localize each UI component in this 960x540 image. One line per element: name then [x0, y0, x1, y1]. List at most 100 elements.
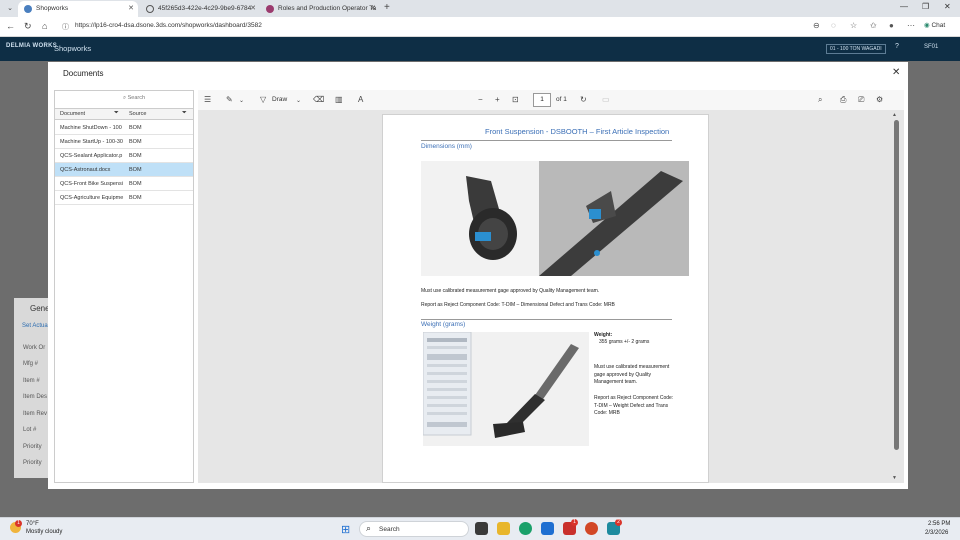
column-document[interactable]: Document	[60, 111, 85, 117]
zoom-icon[interactable]: ⊖	[813, 21, 820, 30]
refresh-icon[interactable]: ↻	[24, 21, 32, 32]
bg-field: Item #	[23, 378, 40, 384]
document-search-input[interactable]: ⌕ Search	[123, 93, 193, 104]
clock-date[interactable]: 2/3/2026	[925, 530, 948, 536]
bg-field: Priority	[23, 444, 42, 450]
document-row[interactable]: QCS-Agriculture Equipme BOM	[55, 191, 193, 205]
back-arrow-icon[interactable]: ←	[6, 21, 15, 31]
draw-pen-icon[interactable]: ▽	[260, 95, 266, 104]
document-row[interactable]: Machine StartUp - 100-30 BOM	[55, 135, 193, 149]
powerpoint-icon[interactable]	[585, 522, 598, 535]
taskbar-search[interactable]: ⌕ Search	[359, 521, 469, 537]
windows-start-icon[interactable]: ⊞	[341, 523, 350, 536]
background-panel-title: Gene	[30, 304, 50, 313]
outline-list-icon[interactable]: ☰	[204, 95, 211, 104]
document-name: QCS-Agriculture Equipme	[60, 195, 124, 201]
read-aloud-icon[interactable]: A	[358, 95, 363, 104]
highlight-chevron-icon[interactable]: ⌄	[239, 97, 244, 104]
document-source: BOM	[129, 139, 142, 145]
two-page-icon[interactable]: ▭	[602, 95, 610, 104]
weather-badge: 1	[15, 520, 22, 527]
document-title: Front Suspension - DSBOOTH – First Artic…	[485, 127, 670, 136]
document-filter-icon[interactable]: ⏷	[114, 110, 119, 117]
tab-roles[interactable]: Roles and Production Operator Ta ✕	[260, 1, 380, 17]
weather-description[interactable]: Mostly cloudy	[26, 529, 62, 535]
window-close-icon[interactable]: ✕	[944, 2, 951, 11]
rotate-icon[interactable]: ↻	[580, 95, 587, 104]
app-notification-badge: 1	[571, 519, 578, 526]
modal-close-icon[interactable]: ✕	[892, 67, 900, 78]
column-source[interactable]: Source	[129, 111, 146, 117]
close-tab-icon[interactable]: ✕	[128, 1, 134, 17]
viewer-scrollbar[interactable]	[894, 120, 899, 450]
chat-button[interactable]: ◉ Chat	[924, 21, 945, 29]
tab-guid[interactable]: 45f265d3-422e-4c29-9be9-6784 ✕	[140, 1, 260, 17]
resource-button[interactable]: 01 - 100 TON WAGADI	[826, 44, 886, 54]
search-icon: ⌕	[366, 523, 372, 533]
more-menu-icon[interactable]: ⋯	[907, 21, 915, 30]
highlight-icon[interactable]: ✎	[226, 95, 233, 104]
app-name: Shopworks	[54, 44, 92, 53]
bg-field: Mfg #	[23, 361, 39, 367]
settings-gear-icon[interactable]: ⚙	[876, 95, 883, 104]
favorites-icon[interactable]: ✩	[870, 21, 877, 30]
url-field[interactable]: https://lp16-cro4-dsa.dsone.3ds.com/shop…	[75, 22, 262, 29]
task-view-icon[interactable]	[475, 522, 488, 535]
scroll-down-icon[interactable]: ▼	[892, 475, 897, 481]
source-filter-icon[interactable]: ⏷	[182, 110, 187, 117]
profile-icon[interactable]: ●	[889, 21, 894, 30]
clock-time[interactable]: 2:56 PM	[928, 521, 950, 527]
scroll-up-icon[interactable]: ▲	[892, 112, 897, 118]
document-source: BOM	[129, 181, 142, 187]
zoom-in-icon[interactable]: +	[495, 95, 500, 104]
suspension-dimensions-photo	[421, 161, 689, 276]
reader-icon[interactable]: ◌	[831, 21, 836, 30]
eraser-icon[interactable]: ⌫	[313, 95, 324, 104]
file-explorer-icon[interactable]	[497, 522, 510, 535]
find-icon[interactable]: ⌕	[818, 95, 822, 105]
zoom-out-icon[interactable]: −	[478, 95, 483, 104]
viewer-toolbar: ☰ ✎ ⌄ ▽ Draw ⌄ ⌫ ▥ A − + ⊡ 1 of 1 ↻ ▭ ⌕ …	[198, 90, 904, 110]
taskbar-search-label: Search	[379, 526, 400, 533]
tab-title: Roles and Production Operator Ta	[278, 5, 377, 12]
reject-code-dimensional: Report as Reject Component Code: T-DIM –…	[421, 302, 615, 308]
draw-chevron-icon[interactable]: ⌄	[296, 97, 301, 104]
suspension-weight-photo	[422, 331, 589, 446]
page-number-input[interactable]: 1	[533, 93, 551, 107]
site-info-icon[interactable]: ⓘ	[62, 22, 69, 32]
tab-title: Shopworks	[36, 5, 69, 12]
draw-button[interactable]: Draw	[272, 96, 287, 103]
document-row-selected[interactable]: QCS-Astronaut.docx BOM	[55, 163, 193, 177]
document-row[interactable]: QCS-Front Bike Suspensi BOM	[55, 177, 193, 191]
home-icon[interactable]: ⌂	[42, 21, 47, 31]
tab-shopworks[interactable]: Shopworks ✕	[18, 1, 138, 17]
app-header: DELMIA WORKS Shopworks 01 - 100 TON WAGA…	[0, 37, 960, 61]
fit-page-icon[interactable]: ⊡	[512, 95, 519, 104]
document-name: QCS-Sealant Applicator.p	[60, 153, 123, 159]
page-view-icon[interactable]: ▥	[335, 95, 343, 104]
document-name: QCS-Front Bike Suspensi	[60, 181, 123, 187]
close-tab-icon[interactable]: ✕	[370, 1, 376, 17]
bg-field: Priority	[23, 460, 42, 466]
edge-browser-icon[interactable]	[519, 522, 532, 535]
favorite-star-icon[interactable]: ☆	[850, 21, 857, 30]
document-viewer: ☰ ✎ ⌄ ▽ Draw ⌄ ⌫ ▥ A − + ⊡ 1 of 1 ↻ ▭ ⌕ …	[198, 90, 904, 483]
bg-field: Item Des	[23, 394, 48, 400]
restore-icon[interactable]: ❐	[922, 2, 929, 11]
user-menu[interactable]: SF01	[924, 44, 938, 50]
document-row[interactable]: Machine ShutDown - 100 BOM	[55, 121, 193, 135]
section-dimensions-heading: Dimensions (mm)	[421, 143, 472, 150]
help-icon[interactable]: ?	[895, 43, 899, 50]
document-row[interactable]: QCS-Sealant Applicator.p BOM	[55, 149, 193, 163]
minimize-icon[interactable]: —	[900, 2, 908, 11]
new-tab-plus-icon[interactable]: +	[384, 2, 390, 13]
tab-menu-chevron-icon[interactable]: ⌄	[4, 3, 16, 15]
document-source: BOM	[129, 167, 142, 173]
close-tab-icon[interactable]: ✕	[250, 1, 256, 17]
print-icon[interactable]: ⎙	[840, 95, 846, 105]
save-icon[interactable]: ⎚	[858, 95, 864, 105]
reject-code-weight: Report as Reject Component Code: T-DIM –…	[594, 395, 674, 416]
note-calibrated-gage-1: Must use calibrated measurement gage app…	[421, 288, 600, 294]
weather-temperature[interactable]: 70°F	[26, 521, 39, 527]
outlook-icon[interactable]	[541, 522, 554, 535]
